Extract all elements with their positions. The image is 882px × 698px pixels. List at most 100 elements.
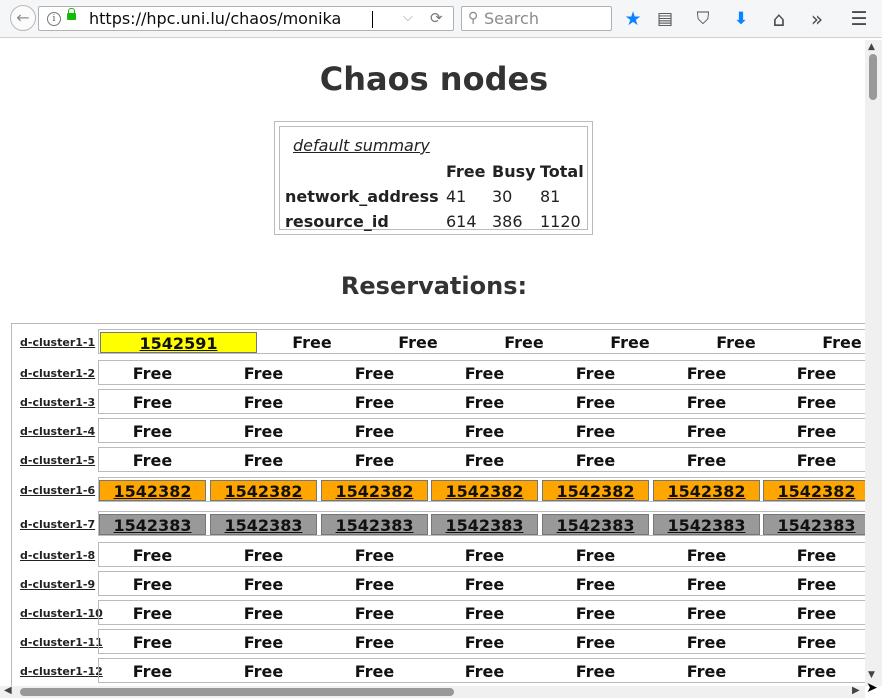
node-row: d-cluster1-6 1542382 1542382 1542382 1542382… [12, 477, 865, 502]
job-cell[interactable]: 1542383 [321, 514, 428, 535]
node-cells: Free Free Free Free Free Free Free [98, 447, 865, 472]
search-input[interactable] [484, 9, 604, 27]
node-cells: Free Free Free Free Free Free Free [98, 629, 865, 654]
search-bar[interactable]: ⚲ [461, 6, 612, 31]
free-cell: Free [243, 422, 284, 441]
free-cell: Free [686, 393, 727, 412]
node-label[interactable]: d-cluster1-7 [20, 518, 106, 531]
job-cell[interactable]: 1542383 [431, 514, 538, 535]
reader-list-icon[interactable]: ▤ [654, 8, 676, 30]
free-cell: Free [796, 422, 837, 441]
vertical-scroll-thumb[interactable] [869, 54, 877, 100]
free-cell: Free [132, 633, 173, 652]
job-cell[interactable]: 1542382 [542, 480, 649, 501]
free-cell: Free [132, 662, 173, 681]
node-label[interactable]: d-cluster1-6 [20, 484, 106, 497]
free-cell: Free [464, 575, 505, 594]
summary-cell-total: 1120 [540, 212, 581, 231]
scroll-up-arrow-icon[interactable]: ▲ [868, 42, 875, 52]
pocket-icon[interactable]: ⛉ [692, 8, 714, 30]
info-icon[interactable]: i [47, 12, 61, 26]
summary-header-free: Free [446, 162, 486, 181]
free-cell: Free [464, 662, 505, 681]
node-cells: 1542591 Free Free Free Free Free Free [98, 329, 865, 354]
node-label[interactable]: d-cluster1-9 [20, 578, 106, 591]
free-cell: Free [575, 451, 616, 470]
chevron-down-icon[interactable]: ⌵ [403, 10, 413, 25]
scroll-right-arrow-icon[interactable]: ▶ [852, 685, 860, 696]
free-cell: Free [575, 633, 616, 652]
free-cell: Free [686, 604, 727, 623]
job-cell[interactable]: 1542382 [321, 480, 428, 501]
page-title: Chaos nodes [319, 60, 549, 98]
overflow-chevron-icon[interactable]: » [806, 8, 828, 30]
summary-header-total: Total [540, 162, 584, 181]
hamburger-menu-icon[interactable]: ☰ [848, 8, 870, 30]
node-cells: 1542383 1542383 1542383 1542383 1542383 15423… [98, 511, 865, 536]
job-cell[interactable]: 1542591 [100, 332, 257, 353]
summary-cell-busy: 386 [492, 212, 523, 231]
back-arrow-icon: ← [16, 8, 30, 27]
download-icon[interactable]: ⬇ [730, 8, 752, 30]
node-label[interactable]: d-cluster1-12 [20, 665, 106, 678]
node-row: d-cluster1-5 Free Free Free Free Free Free Free [12, 447, 865, 472]
job-cell[interactable]: 1542383 [542, 514, 649, 535]
node-label[interactable]: d-cluster1-8 [20, 549, 106, 562]
free-cell: Free [716, 333, 756, 352]
reservations-heading: Reservations: [340, 272, 528, 300]
node-cells: Free Free Free Free Free Free Free [98, 389, 865, 414]
job-cell[interactable]: 1542383 [99, 514, 206, 535]
node-label[interactable]: d-cluster1-2 [20, 367, 106, 380]
horizontal-scrollbar[interactable]: ◀ ▶ [0, 685, 865, 698]
home-icon[interactable]: ⌂ [768, 8, 790, 30]
job-cell[interactable]: 1542382 [763, 480, 865, 501]
job-cell[interactable]: 1542382 [99, 480, 206, 501]
free-cell: Free [354, 451, 395, 470]
node-row: d-cluster1-7 1542383 1542383 1542383 1542383… [12, 511, 865, 536]
free-cell: Free [243, 546, 284, 565]
node-row: d-cluster1-4 Free Free Free Free Free Free Free [12, 418, 865, 443]
job-cell[interactable]: 1542383 [763, 514, 865, 535]
summary-cell-free: 614 [446, 212, 477, 231]
bookmark-star-icon[interactable]: ★ [622, 8, 644, 30]
url-text[interactable]: https://hpc.uni.lu/chaos/monika [89, 9, 341, 28]
node-label[interactable]: d-cluster1-1 [20, 336, 106, 349]
horizontal-scroll-thumb[interactable] [20, 688, 454, 696]
vertical-scrollbar[interactable]: ▲ ▼ [865, 40, 882, 686]
free-cell: Free [796, 546, 837, 565]
summary-row-label: resource_id [285, 212, 389, 231]
job-cell[interactable]: 1542383 [653, 514, 760, 535]
node-label[interactable]: d-cluster1-11 [20, 636, 106, 649]
job-cell[interactable]: 1542382 [653, 480, 760, 501]
node-label[interactable]: d-cluster1-5 [20, 454, 106, 467]
free-cell: Free [464, 633, 505, 652]
node-label[interactable]: d-cluster1-4 [20, 425, 106, 438]
free-cell: Free [464, 546, 505, 565]
free-cell: Free [796, 393, 837, 412]
text-caret [372, 11, 373, 28]
reload-icon[interactable]: ⟳ [430, 9, 443, 27]
page-content: Chaos nodes default summary Free Busy To… [3, 40, 865, 686]
node-cells: Free Free Free Free Free Free Free [98, 418, 865, 443]
free-cell: Free [354, 364, 395, 383]
summary-header-busy: Busy [492, 162, 536, 181]
free-cell: Free [575, 546, 616, 565]
node-row: d-cluster1-3 Free Free Free Free Free Free Free [12, 389, 865, 414]
job-cell[interactable]: 1542382 [210, 480, 317, 501]
url-bar[interactable]: i https://hpc.uni.lu/chaos/monika ⌵ ⟳ [38, 6, 454, 31]
free-cell: Free [686, 575, 727, 594]
scroll-left-arrow-icon[interactable]: ◀ [4, 685, 12, 696]
job-cell[interactable]: 1542382 [431, 480, 538, 501]
free-cell: Free [575, 364, 616, 383]
node-label[interactable]: d-cluster1-3 [20, 396, 106, 409]
back-button[interactable]: ← [10, 5, 36, 31]
node-cells: Free Free Free Free Free Free Free [98, 600, 865, 625]
free-cell: Free [354, 575, 395, 594]
scroll-down-arrow-icon[interactable]: ▼ [868, 670, 875, 680]
free-cell: Free [686, 364, 727, 383]
job-cell[interactable]: 1542383 [210, 514, 317, 535]
free-cell: Free [575, 393, 616, 412]
node-label[interactable]: d-cluster1-10 [20, 607, 106, 620]
summary-caption[interactable]: default summary [293, 136, 430, 155]
free-cell: Free [575, 575, 616, 594]
